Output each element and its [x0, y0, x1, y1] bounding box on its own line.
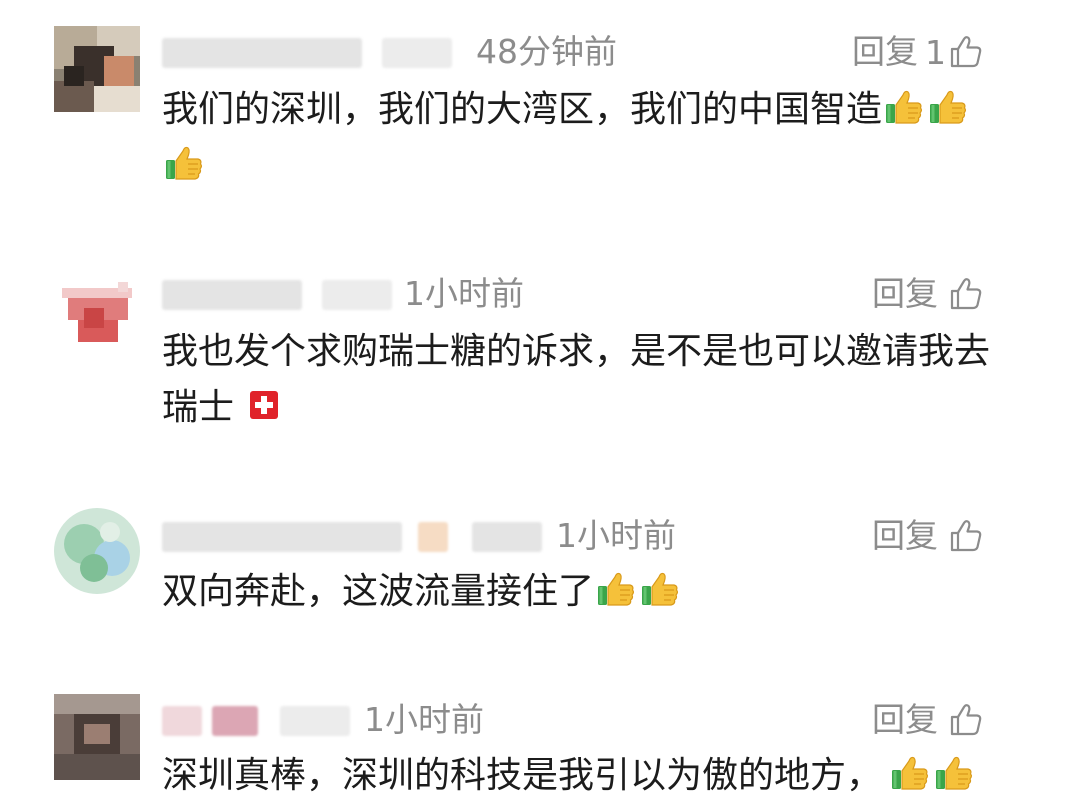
comment-meta: 1小时前 回复	[162, 274, 1042, 314]
comment-meta: 1小时前 回复	[162, 700, 1042, 740]
comment-time: 1小时前	[404, 274, 524, 313]
thumbs-up-emoji-icon	[890, 753, 930, 793]
thumbs-up-emoji-icon	[640, 569, 680, 609]
swiss-flag-emoji-icon	[244, 385, 284, 425]
like-button[interactable]: 1	[925, 32, 984, 72]
comment-text: 我们的深圳，我们的大湾区，我们的中国智造	[162, 82, 1012, 194]
avatar[interactable]	[54, 26, 140, 112]
reply-button[interactable]: 回复	[872, 700, 938, 740]
like-button[interactable]	[948, 516, 984, 556]
thumbs-up-emoji-icon	[596, 569, 636, 609]
thumbs-up-outline-icon	[948, 518, 984, 554]
reply-button[interactable]: 回复	[872, 516, 938, 556]
location-blurred	[280, 706, 350, 736]
thumbs-up-outline-icon	[948, 276, 984, 312]
reply-button[interactable]: 回复	[872, 274, 938, 314]
avatar[interactable]	[54, 508, 140, 594]
comment-body: 我也发个求购瑞士糖的诉求，是不是也可以邀请我去瑞士	[162, 331, 991, 428]
username-blurred	[162, 280, 302, 310]
like-button[interactable]	[948, 700, 984, 740]
comment-body: 我们的深圳，我们的大湾区，我们的中国智造	[162, 89, 883, 130]
location-blurred	[322, 280, 392, 310]
comment-time: 1小时前	[364, 700, 484, 739]
like-button[interactable]	[948, 274, 984, 314]
like-count: 1	[925, 32, 946, 72]
comment-time: 1小时前	[556, 516, 676, 555]
thumbs-up-emoji-icon	[928, 87, 968, 127]
username-blurred	[162, 706, 202, 736]
location-blurred	[472, 522, 542, 552]
avatar[interactable]	[54, 694, 140, 780]
reply-button[interactable]: 回复	[852, 32, 918, 72]
username-blurred	[162, 38, 362, 68]
comment-meta: 1小时前 回复	[162, 516, 1042, 556]
thumbs-up-outline-icon	[948, 702, 984, 738]
badge-blurred	[212, 706, 258, 736]
badge-blurred	[418, 522, 448, 552]
location-blurred	[382, 38, 452, 68]
thumbs-up-emoji-icon	[164, 143, 204, 183]
username-blurred	[162, 522, 402, 552]
comment-text: 双向奔赴，这波流量接住了	[162, 564, 1022, 620]
thumbs-up-emoji-icon	[934, 753, 974, 793]
thumbs-up-emoji-icon	[884, 87, 924, 127]
avatar[interactable]	[54, 268, 140, 354]
comment-body: 双向奔赴，这波流量接住了	[162, 571, 595, 612]
comment-text: 我也发个求购瑞士糖的诉求，是不是也可以邀请我去瑞士	[162, 324, 1012, 436]
comment-text: 深圳真棒，深圳的科技是我引以为傲的地方，	[162, 748, 1022, 804]
comment-time: 48分钟前	[476, 32, 617, 71]
comment-meta: 48分钟前 回复 1	[162, 32, 1042, 72]
comment-body: 深圳真棒，深圳的科技是我引以为傲的地方，	[162, 755, 883, 796]
thumbs-up-outline-icon	[948, 34, 984, 70]
